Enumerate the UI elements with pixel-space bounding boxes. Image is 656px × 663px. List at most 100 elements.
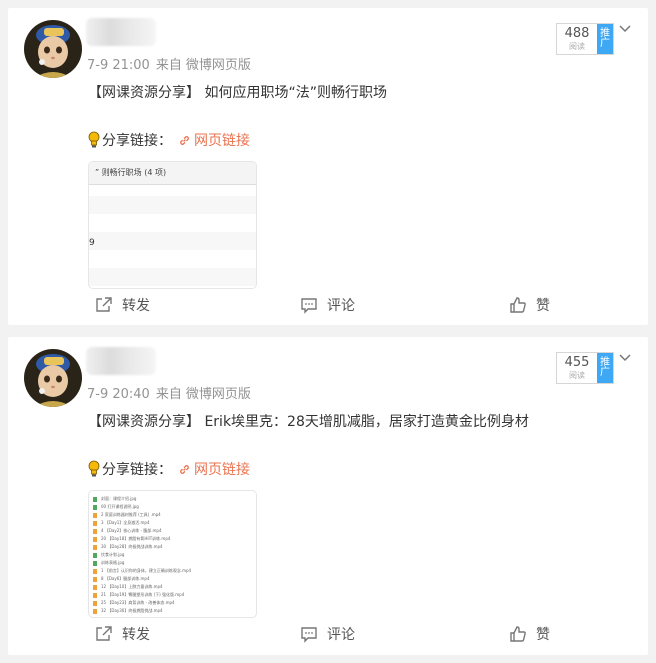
file-row: 1 【前言】认识你的身体，建立正确训练观念.mp4 (93, 567, 191, 575)
file-row: 4 【Day2】核心训练 - 腹部.mp4 (93, 527, 162, 535)
like-button[interactable]: 赞 (509, 624, 550, 644)
share-label: 分享链接： (102, 462, 172, 478)
like-button[interactable]: 赞 (509, 295, 550, 315)
post-text: 【网课资源分享】 Erik埃里克：28天增肌减脂，居家打造黄金比例身材 (88, 414, 529, 430)
file-name: 20 【Day18】燃脂有氧HIIT训练.mp4 (101, 536, 171, 541)
file-row: 25 【Day23】肩背训练 - 改善体态.mp4 (93, 599, 175, 607)
post-meta: 7-9 20:40 来自 微博网页版 (87, 383, 251, 402)
promote-button[interactable]: 推广 (597, 24, 613, 54)
image-file-icon (93, 496, 97, 502)
avatar[interactable] (24, 349, 82, 407)
share-line: 分享链接： 网页链接 (88, 130, 250, 150)
forward-button[interactable]: 转发 (95, 295, 150, 315)
video-file-icon (93, 608, 97, 614)
username[interactable] (86, 18, 156, 46)
video-file-icon (93, 584, 97, 590)
link-icon (180, 135, 189, 145)
file-name: 4 【Day2】核心训练 - 腹部.mp4 (101, 528, 162, 533)
post-text: 【网课资源分享】 如何应用职场“法”则畅行职场 (88, 85, 387, 101)
image-header: ” 则畅行职场 (4 项) (89, 162, 256, 185)
weibo-post: 7-9 20:40 来自 微博网页版 455 阅读 推广 【网课资源分享】 Erik… (8, 337, 648, 655)
username[interactable] (86, 347, 156, 375)
forward-icon (96, 297, 112, 312)
image-file-icon (93, 560, 97, 566)
file-name: 00 打开课程说明.jpg (101, 504, 139, 509)
promote-button[interactable]: 推广 (597, 353, 613, 383)
link-icon (180, 464, 189, 474)
avatar[interactable] (24, 20, 82, 78)
comment-icon (301, 627, 317, 643)
file-row: 封面：课程介绍.jpg (93, 495, 136, 503)
file-name: 25 【Day23】肩背训练 - 改善体态.mp4 (101, 600, 175, 605)
file-row: 饮食计划.jpg (93, 551, 124, 559)
read-count: 455 阅读 (564, 355, 590, 380)
image-row (89, 196, 256, 214)
lightbulb-icon (88, 460, 100, 477)
file-name: 8 【Day6】腿部训练.mp4 (101, 576, 150, 581)
file-name: 30 【Day28】终极挑战训练.mp4 (101, 544, 163, 549)
promote-widget[interactable]: 488 阅读 推广 (556, 23, 614, 55)
image-row (89, 268, 256, 286)
file-row: 20 【Day18】燃脂有氧HIIT训练.mp4 (93, 535, 170, 543)
share-label: 分享链接： (102, 133, 172, 149)
post-meta: 7-9 21:00 来自 微博网页版 (87, 54, 251, 73)
video-file-icon (93, 576, 97, 582)
file-row: 32 【Day30】终极燃脂挑战.mp4 (93, 607, 163, 615)
video-file-icon (93, 512, 97, 518)
chevron-down-icon[interactable] (618, 351, 632, 365)
web-link[interactable]: 网页链接 (194, 130, 250, 150)
from-label: 来自 (155, 387, 182, 402)
video-file-icon (93, 600, 97, 606)
video-file-icon (93, 536, 97, 542)
file-row: 12 【Day10】上肢力量训练.mp4 (93, 583, 163, 591)
action-bar: 转发 评论 赞 (8, 295, 648, 319)
file-name: 训练表格.jpg (101, 560, 125, 565)
video-file-icon (93, 568, 97, 574)
forward-button[interactable]: 转发 (95, 624, 150, 644)
file-row: 8 【Day6】腿部训练.mp4 (93, 575, 150, 583)
file-name: 32 【Day30】终极燃脂挑战.mp4 (101, 608, 163, 613)
image-side-text: 9 (89, 238, 95, 248)
comment-button[interactable]: 评论 (300, 295, 355, 315)
file-name: 1 【前言】认识你的身体，建立正确训练观念.mp4 (101, 568, 192, 573)
promote-widget[interactable]: 455 阅读 推广 (556, 352, 614, 384)
video-file-icon (93, 528, 97, 534)
file-name: 3 【Day1】全身激活.mp4 (101, 520, 150, 525)
file-name: 2 家庭训练器材推荐 (工具) .mp4 (101, 512, 161, 517)
file-name: 饮食计划.jpg (101, 552, 125, 557)
image-file-icon (93, 504, 97, 510)
post-source[interactable]: 微博网页版 (186, 387, 251, 402)
weibo-post: 7-9 21:00 来自 微博网页版 488 阅读 推广 【网课资源分享】 如何应用… (8, 8, 648, 325)
comment-button[interactable]: 评论 (300, 624, 355, 644)
video-file-icon (93, 592, 97, 598)
forward-icon (96, 626, 112, 641)
video-file-icon (93, 544, 97, 550)
share-line: 分享链接： 网页链接 (88, 459, 250, 479)
post-time[interactable]: 7-9 21:00 (87, 58, 150, 73)
like-icon (510, 297, 526, 313)
file-row: 21 【Day19】臀腿塑形训练 (下) 强化版.mp4 (93, 591, 184, 599)
like-icon (510, 626, 526, 642)
web-link[interactable]: 网页链接 (194, 459, 250, 479)
post-time[interactable]: 7-9 20:40 (87, 387, 150, 402)
file-name: 12 【Day10】上肢力量训练.mp4 (101, 584, 163, 589)
comment-icon (301, 298, 317, 314)
file-row: 30 【Day28】终极挑战训练.mp4 (93, 543, 163, 551)
action-bar: 转发 评论 赞 (8, 624, 648, 648)
image-row (89, 232, 256, 250)
video-file-icon (93, 520, 97, 526)
lightbulb-icon (88, 131, 100, 148)
image-file-icon (93, 552, 97, 558)
file-row: 训练表格.jpg (93, 559, 124, 567)
read-count: 488 阅读 (564, 26, 590, 51)
post-source[interactable]: 微博网页版 (186, 58, 251, 73)
file-name: 封面：课程介绍.jpg (101, 496, 137, 501)
file-row: 00 打开课程说明.jpg (93, 503, 139, 511)
post-image[interactable]: 封面：课程介绍.jpg 00 打开课程说明.jpg 2 家庭训练器材推荐 (工具) … (88, 490, 257, 618)
post-image[interactable]: ” 则畅行职场 (4 项) 9 (88, 161, 257, 289)
from-label: 来自 (155, 58, 182, 73)
file-name: 21 【Day19】臀腿塑形训练 (下) 强化版.mp4 (101, 592, 185, 597)
file-row: 2 家庭训练器材推荐 (工具) .mp4 (93, 511, 161, 519)
file-row: 3 【Day1】全身激活.mp4 (93, 519, 150, 527)
chevron-down-icon[interactable] (618, 22, 632, 36)
